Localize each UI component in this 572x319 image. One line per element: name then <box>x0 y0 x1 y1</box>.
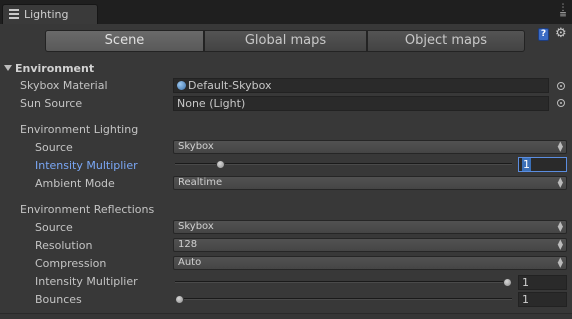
dropdown-arrow-icon: ▲ ▼ <box>557 140 563 153</box>
bounces-slider[interactable] <box>175 295 184 304</box>
lighting-source-dropdown[interactable]: Skybox ▲ ▼ <box>173 140 567 154</box>
bounces-track[interactable] <box>175 298 512 300</box>
object-picker-icon[interactable] <box>557 99 565 107</box>
skybox-material-label: Skybox Material <box>20 79 108 92</box>
lighting-intensity-value: 1 <box>522 158 531 171</box>
compression-value: Auto <box>178 257 202 268</box>
sun-source-value: None (Light) <box>177 97 246 110</box>
tab-global-maps[interactable]: Global maps <box>204 30 367 52</box>
reflection-intensity-track[interactable] <box>175 281 512 283</box>
dropdown-arrow-icon: ▲ ▼ <box>557 220 563 233</box>
reflection-intensity-slider[interactable] <box>503 278 512 287</box>
lighting-intensity-input[interactable]: 1 <box>518 157 567 172</box>
compression-label: Compression <box>35 257 107 270</box>
reflection-intensity-label: Intensity Multiplier <box>35 275 138 288</box>
dropdown-arrow-icon: ▲ ▼ <box>557 256 563 269</box>
lighting-tab[interactable]: Lighting <box>2 4 98 24</box>
resolution-value: 128 <box>178 239 198 250</box>
reflection-intensity-value: 1 <box>522 276 529 289</box>
sun-source-field[interactable]: None (Light) <box>173 96 549 111</box>
sun-source-label: Sun Source <box>20 97 83 110</box>
reflection-intensity-input[interactable]: 1 <box>518 275 567 290</box>
bottom-divider <box>0 313 572 319</box>
object-picker-icon[interactable] <box>557 82 565 90</box>
lighting-window-icon <box>9 9 19 19</box>
lighting-intensity-track[interactable] <box>175 163 512 165</box>
reflection-source-value: Skybox <box>178 221 214 232</box>
dropdown-arrow-icon: ▲ ▼ <box>557 176 563 189</box>
resolution-dropdown[interactable]: 128 ▲ ▼ <box>173 238 567 252</box>
bounces-input[interactable]: 1 <box>518 292 567 307</box>
help-icon[interactable]: ? <box>538 28 549 41</box>
lighting-source-label: Source <box>35 141 73 154</box>
tab-object-maps[interactable]: Object maps <box>367 30 525 52</box>
compression-dropdown[interactable]: Auto ▲ ▼ <box>173 256 567 270</box>
tab-title: Lighting <box>24 8 69 21</box>
gear-icon[interactable]: ⚙ <box>555 26 567 41</box>
reflection-source-dropdown[interactable]: Skybox ▲ ▼ <box>173 220 567 234</box>
environment-header[interactable]: Environment <box>15 62 94 75</box>
resolution-label: Resolution <box>35 239 93 252</box>
mode-toolbar: Scene Global maps Object maps ? ⚙ <box>0 24 572 60</box>
window-menu-icon[interactable]: ⋮ ≡ <box>557 4 569 20</box>
tab-scene[interactable]: Scene <box>45 30 204 52</box>
material-icon <box>177 81 186 90</box>
bounces-value: 1 <box>522 293 529 306</box>
lighting-intensity-slider[interactable] <box>216 160 225 169</box>
dropdown-arrow-icon: ▲ ▼ <box>557 238 563 251</box>
ambient-mode-dropdown[interactable]: Realtime ▲ ▼ <box>173 176 567 190</box>
ambient-mode-label: Ambient Mode <box>35 177 115 190</box>
bounces-label: Bounces <box>35 293 82 306</box>
lighting-intensity-label: Intensity Multiplier <box>35 159 138 172</box>
environment-reflections-header: Environment Reflections <box>20 203 155 216</box>
window-titlebar: Lighting ⋮ ≡ <box>0 0 572 24</box>
lighting-source-value: Skybox <box>178 141 214 152</box>
environment-lighting-header: Environment Lighting <box>20 123 139 136</box>
reflection-source-label: Source <box>35 221 73 234</box>
skybox-material-value: Default-Skybox <box>188 79 272 92</box>
skybox-material-field[interactable]: Default-Skybox <box>173 78 549 93</box>
ambient-mode-value: Realtime <box>178 177 223 188</box>
foldout-arrow-icon[interactable] <box>4 65 12 71</box>
